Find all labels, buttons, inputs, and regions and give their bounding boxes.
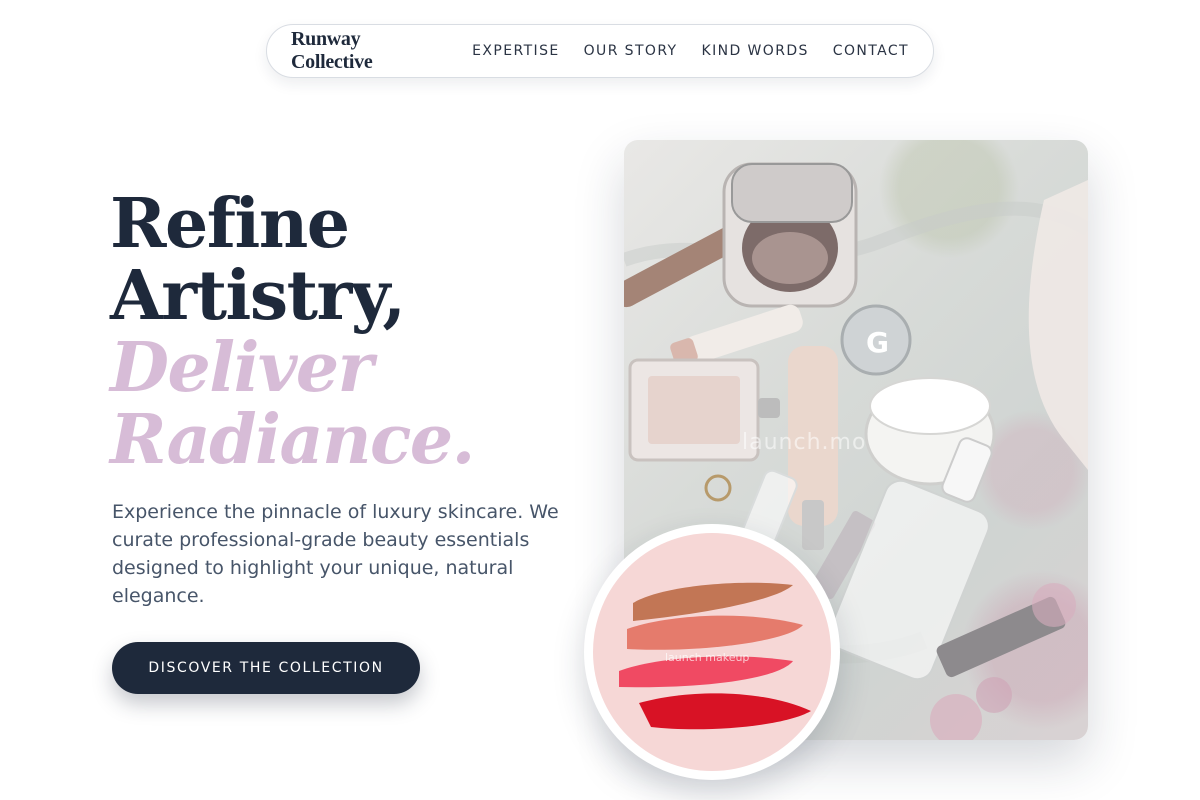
- page: Runway Collective EXPERTISE OUR STORY KI…: [0, 0, 1200, 800]
- lip-swatch-image: launch makeup: [593, 533, 831, 771]
- nav-link-our-story[interactable]: OUR STORY: [584, 43, 678, 59]
- photo-watermark: launch.mo: [742, 430, 867, 455]
- nav-link-kind-words[interactable]: KIND WORDS: [702, 43, 809, 59]
- headline-accent-2: Radiance.: [110, 400, 475, 480]
- hero-headline: Refine Artistry, Deliver Radiance.: [110, 184, 475, 480]
- lip-swatch-circle: launch makeup: [584, 524, 840, 780]
- nav-link-expertise[interactable]: EXPERTISE: [472, 43, 559, 59]
- top-nav: Runway Collective EXPERTISE OUR STORY KI…: [266, 24, 934, 78]
- headline-accent-1: Deliver: [110, 328, 373, 408]
- swatch-watermark: launch makeup: [665, 651, 750, 664]
- nav-link-contact[interactable]: CONTACT: [833, 43, 909, 59]
- brand-logo[interactable]: Runway Collective: [291, 28, 442, 74]
- headline-line-2: Artistry,: [110, 256, 406, 336]
- discover-collection-button[interactable]: DISCOVER THE COLLECTION: [112, 642, 420, 694]
- headline-line-1: Refine: [110, 184, 350, 264]
- svg-text:G: G: [866, 326, 889, 359]
- hero-description: Experience the pinnacle of luxury skinca…: [112, 501, 559, 607]
